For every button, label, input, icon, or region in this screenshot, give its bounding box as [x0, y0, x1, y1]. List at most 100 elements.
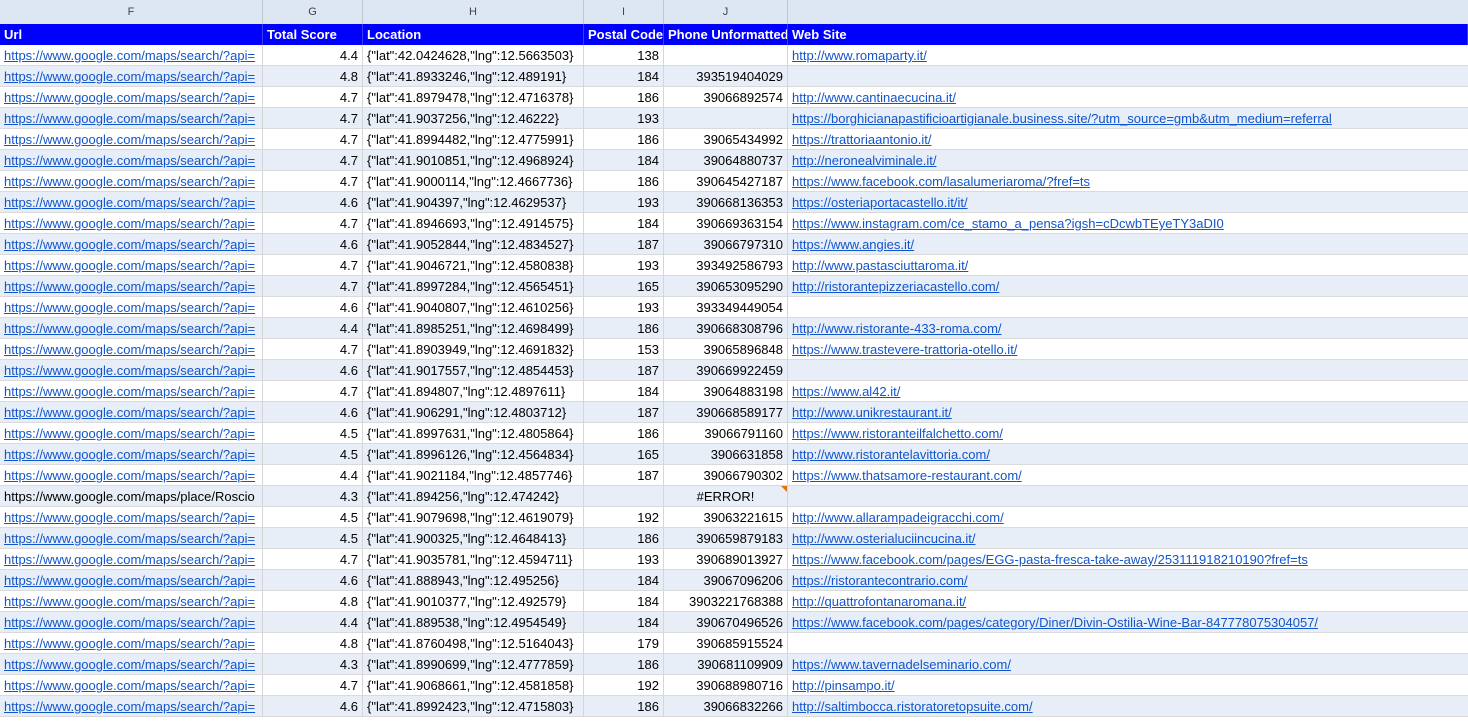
- cell-postal-code[interactable]: 187: [584, 360, 664, 381]
- cell-postal-code[interactable]: 193: [584, 108, 664, 129]
- cell-phone[interactable]: 390689013927: [664, 549, 788, 570]
- cell-phone[interactable]: 390653095290: [664, 276, 788, 297]
- cell-web-site[interactable]: [788, 360, 1468, 381]
- cell-postal-code[interactable]: 184: [584, 66, 664, 87]
- cell-url[interactable]: https://www.google.com/maps/search/?api=: [0, 507, 263, 528]
- cell-total-score[interactable]: 4.6: [263, 192, 363, 213]
- cell-total-score[interactable]: 4.4: [263, 318, 363, 339]
- cell-url[interactable]: https://www.google.com/maps/search/?api=: [0, 675, 263, 696]
- cell-phone[interactable]: 39066791160: [664, 423, 788, 444]
- cell-phone[interactable]: #ERROR!: [664, 486, 788, 507]
- cell-location[interactable]: {"lat":41.8985251,"lng":12.4698499}: [363, 318, 584, 339]
- cell-url[interactable]: https://www.google.com/maps/search/?api=: [0, 612, 263, 633]
- cell-url[interactable]: https://www.google.com/maps/search/?api=: [0, 570, 263, 591]
- cell-total-score[interactable]: 4.7: [263, 339, 363, 360]
- cell-location[interactable]: {"lat":41.9035781,"lng":12.4594711}: [363, 549, 584, 570]
- cell-location[interactable]: {"lat":41.9079698,"lng":12.4619079}: [363, 507, 584, 528]
- cell-location[interactable]: {"lat":41.9000114,"lng":12.4667736}: [363, 171, 584, 192]
- cell-location[interactable]: {"lat":41.9010377,"lng":12.492579}: [363, 591, 584, 612]
- cell-total-score[interactable]: 4.3: [263, 486, 363, 507]
- cell-phone[interactable]: 3903221768388: [664, 591, 788, 612]
- cell-total-score[interactable]: 4.8: [263, 591, 363, 612]
- cell-location[interactable]: {"lat":41.8760498,"lng":12.5164043}: [363, 633, 584, 654]
- cell-postal-code[interactable]: 186: [584, 171, 664, 192]
- cell-phone[interactable]: 39064880737: [664, 150, 788, 171]
- cell-web-site[interactable]: https://www.angies.it/: [788, 234, 1468, 255]
- cell-url[interactable]: https://www.google.com/maps/place/Roscio: [0, 486, 263, 507]
- cell-phone[interactable]: 39063221615: [664, 507, 788, 528]
- cell-location[interactable]: {"lat":41.8946693,"lng":12.4914575}: [363, 213, 584, 234]
- cell-location[interactable]: {"lat":41.9052844,"lng":12.4834527}: [363, 234, 584, 255]
- cell-total-score[interactable]: 4.5: [263, 444, 363, 465]
- cell-web-site[interactable]: [788, 633, 1468, 654]
- cell-url[interactable]: https://www.google.com/maps/search/?api=: [0, 45, 263, 66]
- cell-phone[interactable]: 390681109909: [664, 654, 788, 675]
- cell-location[interactable]: {"lat":41.9017557,"lng":12.4854453}: [363, 360, 584, 381]
- cell-location[interactable]: {"lat":41.900325,"lng":12.4648413}: [363, 528, 584, 549]
- cell-location[interactable]: {"lat":41.888943,"lng":12.495256}: [363, 570, 584, 591]
- cell-phone[interactable]: 3906631858: [664, 444, 788, 465]
- cell-location[interactable]: {"lat":41.906291,"lng":12.4803712}: [363, 402, 584, 423]
- cell-web-site[interactable]: http://saltimbocca.ristoratoretopsuite.c…: [788, 696, 1468, 717]
- cell-total-score[interactable]: 4.7: [263, 675, 363, 696]
- cell-phone[interactable]: [664, 45, 788, 66]
- cell-web-site[interactable]: http://www.allarampadeigracchi.com/: [788, 507, 1468, 528]
- cell-web-site[interactable]: http://neronealviminale.it/: [788, 150, 1468, 171]
- cell-phone[interactable]: 39067096206: [664, 570, 788, 591]
- cell-web-site[interactable]: http://www.unikrestaurant.it/: [788, 402, 1468, 423]
- cell-web-site[interactable]: https://www.tavernadelseminario.com/: [788, 654, 1468, 675]
- cell-phone[interactable]: 39066790302: [664, 465, 788, 486]
- cell-url[interactable]: https://www.google.com/maps/search/?api=: [0, 276, 263, 297]
- cell-postal-code[interactable]: 186: [584, 129, 664, 150]
- cell-url[interactable]: https://www.google.com/maps/search/?api=: [0, 402, 263, 423]
- cell-total-score[interactable]: 4.5: [263, 423, 363, 444]
- cell-location[interactable]: {"lat":41.8990699,"lng":12.4777859}: [363, 654, 584, 675]
- cell-web-site[interactable]: [788, 486, 1468, 507]
- cell-location[interactable]: {"lat":41.8997284,"lng":12.4565451}: [363, 276, 584, 297]
- cell-total-score[interactable]: 4.8: [263, 66, 363, 87]
- column-letter-g[interactable]: G: [263, 0, 363, 24]
- cell-url[interactable]: https://www.google.com/maps/search/?api=: [0, 108, 263, 129]
- cell-url[interactable]: https://www.google.com/maps/search/?api=: [0, 150, 263, 171]
- cell-web-site[interactable]: http://www.cantinaecucina.it/: [788, 87, 1468, 108]
- cell-postal-code[interactable]: 192: [584, 675, 664, 696]
- column-letter-h[interactable]: H: [363, 0, 584, 24]
- cell-location[interactable]: {"lat":41.9068661,"lng":12.4581858}: [363, 675, 584, 696]
- cell-total-score[interactable]: 4.6: [263, 696, 363, 717]
- cell-location[interactable]: {"lat":41.8992423,"lng":12.4715803}: [363, 696, 584, 717]
- cell-location[interactable]: {"lat":41.8979478,"lng":12.4716378}: [363, 87, 584, 108]
- header-cell-total-score[interactable]: Total Score: [263, 24, 363, 45]
- cell-total-score[interactable]: 4.7: [263, 276, 363, 297]
- cell-web-site[interactable]: http://ristorantepizzeriacastello.com/: [788, 276, 1468, 297]
- cell-total-score[interactable]: 4.7: [263, 381, 363, 402]
- cell-total-score[interactable]: 4.7: [263, 129, 363, 150]
- cell-total-score[interactable]: 4.6: [263, 570, 363, 591]
- column-letter-k[interactable]: [788, 0, 1468, 24]
- cell-total-score[interactable]: 4.4: [263, 612, 363, 633]
- cell-web-site[interactable]: http://www.romaparty.it/: [788, 45, 1468, 66]
- cell-location[interactable]: {"lat":41.9037256,"lng":12.46222}: [363, 108, 584, 129]
- cell-location[interactable]: {"lat":41.8903949,"lng":12.4691832}: [363, 339, 584, 360]
- cell-postal-code[interactable]: 165: [584, 444, 664, 465]
- cell-url[interactable]: https://www.google.com/maps/search/?api=: [0, 423, 263, 444]
- cell-phone[interactable]: 393349449054: [664, 297, 788, 318]
- cell-location[interactable]: {"lat":41.9046721,"lng":12.4580838}: [363, 255, 584, 276]
- cell-location[interactable]: {"lat":41.8933246,"lng":12.489191}: [363, 66, 584, 87]
- cell-postal-code[interactable]: 186: [584, 87, 664, 108]
- cell-url[interactable]: https://www.google.com/maps/search/?api=: [0, 528, 263, 549]
- cell-postal-code[interactable]: 187: [584, 465, 664, 486]
- cell-total-score[interactable]: 4.4: [263, 465, 363, 486]
- cell-location[interactable]: {"lat":41.889538,"lng":12.4954549}: [363, 612, 584, 633]
- cell-total-score[interactable]: 4.5: [263, 507, 363, 528]
- cell-postal-code[interactable]: 186: [584, 318, 664, 339]
- cell-phone[interactable]: 390659879183: [664, 528, 788, 549]
- cell-location[interactable]: {"lat":41.8997631,"lng":12.4805864}: [363, 423, 584, 444]
- cell-postal-code[interactable]: 193: [584, 255, 664, 276]
- cell-url[interactable]: https://www.google.com/maps/search/?api=: [0, 696, 263, 717]
- cell-url[interactable]: https://www.google.com/maps/search/?api=: [0, 549, 263, 570]
- cell-phone[interactable]: [664, 108, 788, 129]
- cell-web-site[interactable]: https://osteriaportacastello.it/it/: [788, 192, 1468, 213]
- cell-location[interactable]: {"lat":41.904397,"lng":12.4629537}: [363, 192, 584, 213]
- cell-total-score[interactable]: 4.6: [263, 234, 363, 255]
- cell-total-score[interactable]: 4.6: [263, 297, 363, 318]
